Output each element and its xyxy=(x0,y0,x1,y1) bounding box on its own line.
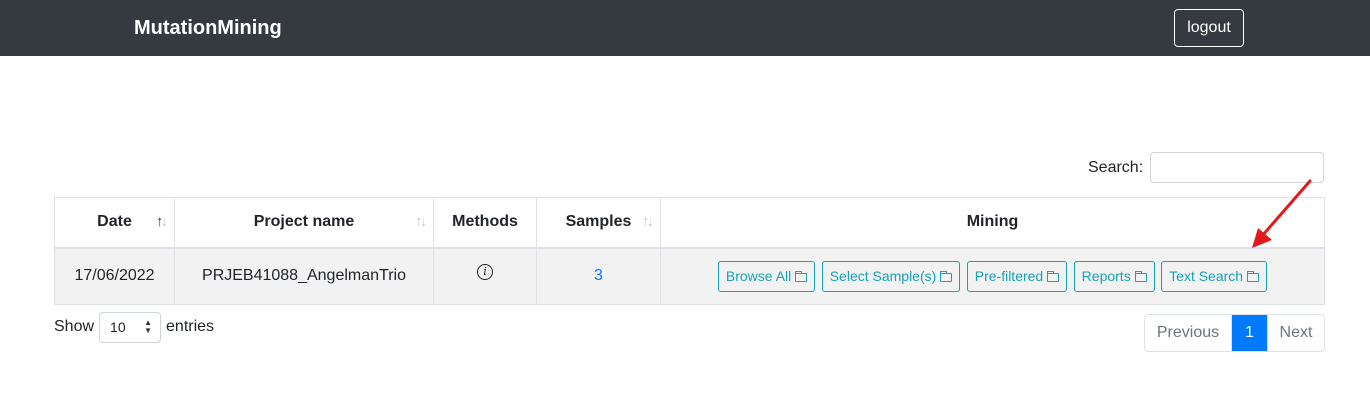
logout-button[interactable]: logout xyxy=(1174,9,1244,47)
folder-icon xyxy=(1247,270,1260,282)
cell-date: 17/06/2022 xyxy=(54,247,175,305)
pagination: Previous 1 Next xyxy=(1144,314,1325,352)
pagination-page-1[interactable]: 1 xyxy=(1232,315,1267,351)
table-header-row: Date ↑↓ Project name ↑↓ Methods Samples … xyxy=(54,197,1325,249)
column-header-mining-label: Mining xyxy=(966,213,1019,231)
table-row: 17/06/2022 PRJEB41088_AngelmanTrio i 3 B… xyxy=(54,247,1325,305)
cell-project-name: PRJEB41088_AngelmanTrio xyxy=(174,247,434,305)
browse-all-button[interactable]: Browse All xyxy=(717,260,816,292)
search-label: Search: xyxy=(1088,158,1144,176)
column-header-date-label: Date xyxy=(97,213,132,231)
folder-icon xyxy=(1134,270,1147,282)
pagination-previous[interactable]: Previous xyxy=(1145,315,1232,351)
navbar: MutationMining logout xyxy=(0,0,1370,56)
browse-all-button-label: Browse All xyxy=(725,267,792,284)
pagination-next[interactable]: Next xyxy=(1267,315,1324,351)
select-caret-icon: ▲ ▼ xyxy=(144,318,153,335)
column-header-project-name-label: Project name xyxy=(253,213,355,231)
column-header-mining: Mining xyxy=(660,197,1325,249)
folder-icon xyxy=(940,270,953,282)
info-icon[interactable]: i xyxy=(477,264,493,281)
sort-icon: ↑↓ xyxy=(415,213,427,230)
cell-samples: 3 xyxy=(536,247,661,305)
column-header-date[interactable]: Date ↑↓ xyxy=(54,197,175,249)
reports-button[interactable]: Reports xyxy=(1073,260,1155,292)
text-search-button[interactable]: Text Search xyxy=(1161,260,1268,292)
show-label: Show xyxy=(54,318,95,335)
column-header-project-name[interactable]: Project name ↑↓ xyxy=(174,197,434,249)
entries-length-control: Show 10 ▲ ▼ entries xyxy=(54,311,214,343)
cell-mining: Browse All Select Sample(s) Pre-filtered… xyxy=(660,247,1325,305)
select-samples-button[interactable]: Select Sample(s) xyxy=(821,260,961,292)
column-header-samples-label: Samples xyxy=(565,213,632,231)
select-samples-button-label: Select Sample(s) xyxy=(829,267,937,284)
annotation-arrow-icon xyxy=(1252,179,1312,248)
column-header-methods-label: Methods xyxy=(452,213,518,231)
folder-icon xyxy=(795,270,808,282)
cell-methods: i xyxy=(433,247,537,305)
entries-select-value: 10 xyxy=(110,319,126,335)
pre-filtered-button-label: Pre-filtered xyxy=(974,267,1044,284)
column-header-methods: Methods xyxy=(433,197,537,249)
entries-label: entries xyxy=(166,318,215,335)
sort-asc-icon: ↑↓ xyxy=(156,213,168,230)
entries-select[interactable]: 10 ▲ ▼ xyxy=(99,311,162,343)
pre-filtered-button[interactable]: Pre-filtered xyxy=(966,260,1068,292)
sort-icon: ↑↓ xyxy=(642,213,654,230)
reports-button-label: Reports xyxy=(1081,267,1131,284)
folder-icon xyxy=(1047,270,1060,282)
brand-title[interactable]: MutationMining xyxy=(134,16,282,40)
samples-count-link[interactable]: 3 xyxy=(594,267,603,284)
projects-table: Date ↑↓ Project name ↑↓ Methods Samples … xyxy=(54,197,1325,305)
column-header-samples[interactable]: Samples ↑↓ xyxy=(536,197,661,249)
text-search-button-label: Text Search xyxy=(1169,267,1244,284)
